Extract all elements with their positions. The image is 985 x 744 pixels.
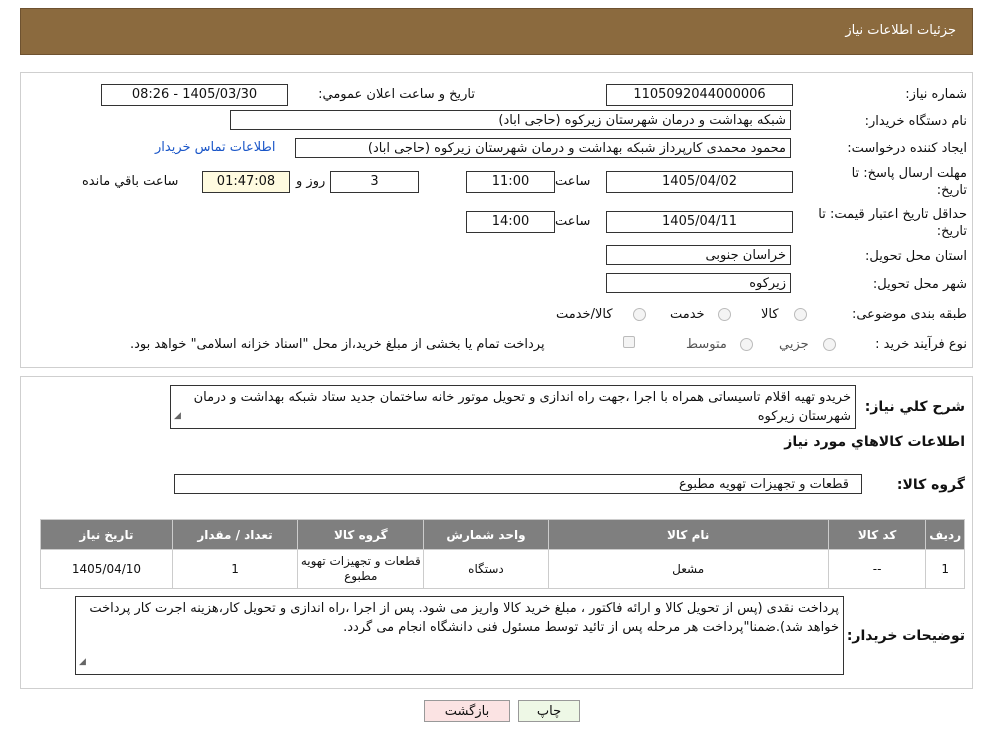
announce-date-field: 1405/03/30 - 08:26 <box>101 84 288 106</box>
print-button[interactable]: چاپ <box>518 700 580 722</box>
header-item-code: کد کالا <box>827 519 927 550</box>
buyer-contact-link[interactable]: اطلاعات تماس خريدار <box>155 140 275 155</box>
resize-grip-icon[interactable]: ◢ <box>174 407 181 426</box>
header-quantity: تعداد / مقدار <box>171 519 299 550</box>
validity-time-field: 14:00 <box>466 211 555 233</box>
category-service-label: خدمت <box>670 307 705 322</box>
city-label: شهر محل تحويل: <box>872 277 967 292</box>
buyer-org-field: شبکه بهداشت و درمان شهرستان زيرکوه (حاجی… <box>230 110 791 130</box>
description-textarea[interactable]: خريدو تهيه اقلام تاسيساتی همراه با اجرا … <box>170 385 856 429</box>
cell-unit: دستگاه <box>423 549 549 589</box>
description-text: خريدو تهيه اقلام تاسيساتی همراه با اجرا … <box>193 390 851 424</box>
city-field: زيرکوه <box>606 273 791 293</box>
deadline-label-2: تاريخ: <box>936 183 967 198</box>
table-row: 1 -- مشعل دستگاه قطعات و تجهيزات تهويه م… <box>40 549 965 589</box>
goods-info-title: اطلاعات کالاهاي مورد نياز <box>784 434 965 450</box>
buyer-notes-label: توضيحات خريدار: <box>846 628 965 644</box>
back-button[interactable]: بازگشت <box>424 700 510 722</box>
deadline-date-field: 1405/04/02 <box>606 171 793 193</box>
validity-label-2: تاريخ: <box>936 224 967 239</box>
buyer-org-label: نام دستگاه خريدار: <box>864 114 967 129</box>
validity-date-field: 1405/04/11 <box>606 211 793 233</box>
need-number-label: شماره نياز: <box>905 87 967 102</box>
category-goods-label: کالا <box>761 307 779 322</box>
header-row-index: رديف <box>925 519 965 550</box>
category-label: طبقه بندی موضوعی: <box>851 307 967 322</box>
cell-group: قطعات و تجهيزات تهويه مطبوع <box>297 549 425 589</box>
header-group: گروه کالا <box>297 519 425 550</box>
days-remaining-field: 3 <box>330 171 419 193</box>
remaining-time-label: ساعت باقي مانده <box>82 174 179 189</box>
page-title: جزئيات اطلاعات نياز <box>845 23 956 38</box>
deadline-time-field: 11:00 <box>466 171 555 193</box>
process-minor-label: جزيي <box>779 337 809 352</box>
header-need-date: تاريخ نياز <box>40 519 173 550</box>
cell-item-code: -- <box>827 549 927 589</box>
process-medium-label: متوسط <box>686 337 727 352</box>
goods-group-field: قطعات و تجهيزات تهويه مطبوع <box>174 474 862 494</box>
header-item-name: نام کالا <box>547 519 829 550</box>
header-unit: واحد شمارش <box>423 519 549 550</box>
buyer-notes-textarea[interactable]: پرداخت نقدی (پس از تحويل کالا و ارائه فا… <box>75 596 844 675</box>
province-label: استان محل تحويل: <box>865 249 967 264</box>
deadline-label: مهلت ارسال پاسخ: تا <box>851 166 967 181</box>
treasury-payment-label: پرداخت تمام يا بخشی از مبلغ خريد،از محل … <box>130 337 545 352</box>
cell-item-name: مشعل <box>547 549 829 589</box>
cell-row-index: 1 <box>925 549 965 589</box>
deadline-time-label: ساعت <box>555 174 591 189</box>
buyer-notes-text: پرداخت نقدی (پس از تحويل کالا و ارائه فا… <box>89 601 839 635</box>
description-label: شرح کلي نياز: <box>864 399 965 415</box>
category-both-label: کالا/خدمت <box>556 307 613 322</box>
treasury-payment-checkbox[interactable] <box>623 336 635 348</box>
announce-date-label: تاريخ و ساعت اعلان عمومي: <box>318 87 475 102</box>
remaining-time-field: 01:47:08 <box>202 171 290 193</box>
province-field: خراسان جنوبی <box>606 245 791 265</box>
process-minor-radio[interactable] <box>823 338 836 351</box>
need-number-field: 1105092044000006 <box>606 84 793 106</box>
cell-need-date: 1405/04/10 <box>40 549 173 589</box>
validity-time-label: ساعت <box>555 214 591 229</box>
process-type-label: نوع فرآيند خريد : <box>875 337 967 352</box>
goods-group-label: گروه کالا: <box>896 477 965 493</box>
creator-label: ايجاد کننده درخواست: <box>847 141 967 156</box>
category-both-radio[interactable] <box>633 308 646 321</box>
days-label: روز و <box>296 174 326 189</box>
category-goods-radio[interactable] <box>794 308 807 321</box>
validity-label: حداقل تاريخ اعتبار قيمت: تا <box>818 207 967 222</box>
page-header: جزئيات اطلاعات نياز <box>20 8 973 55</box>
process-medium-radio[interactable] <box>740 338 753 351</box>
goods-table: رديف کد کالا نام کالا واحد شمارش گروه کا… <box>40 519 965 589</box>
cell-quantity: 1 <box>171 549 299 589</box>
table-header-row: رديف کد کالا نام کالا واحد شمارش گروه کا… <box>40 519 965 550</box>
resize-grip-icon[interactable]: ◢ <box>79 653 86 672</box>
creator-field: محمود محمدی کارپرداز شبکه بهداشت و درمان… <box>295 138 791 158</box>
category-service-radio[interactable] <box>718 308 731 321</box>
